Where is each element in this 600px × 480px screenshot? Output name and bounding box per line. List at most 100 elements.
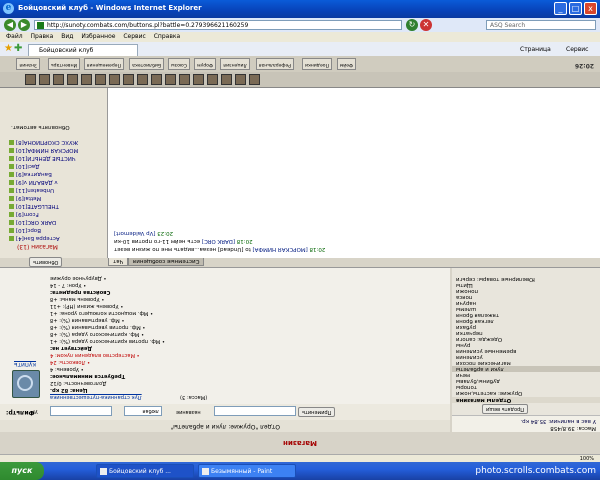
- search-input[interactable]: ASQ Search: [486, 20, 596, 30]
- nav-tab[interactable]: Форум: [194, 58, 216, 70]
- refresh-online-button[interactable]: Обновить: [29, 257, 63, 267]
- nav-tab[interactable]: Реферальная: [255, 58, 294, 70]
- category-item[interactable]: тяжелая броня: [456, 312, 499, 318]
- nav-tab[interactable]: Перемещения: [83, 58, 124, 70]
- auto-refresh-label[interactable]: Обновлять автомат.: [11, 124, 70, 130]
- sell-button[interactable]: Продать вещи: [482, 404, 528, 414]
- player-entry[interactable]: Mettal[9]: [9, 195, 41, 201]
- menu-view[interactable]: Вид: [61, 33, 73, 40]
- toolbar-icon[interactable]: [53, 74, 64, 85]
- toolbar-icon[interactable]: [151, 74, 162, 85]
- player-entry[interactable]: Unbeaten[11]: [9, 187, 54, 193]
- category-item[interactable]: магические посохи: [456, 360, 511, 366]
- nav-tab[interactable]: Фейм: [336, 58, 356, 70]
- stop-icon[interactable]: ✕: [420, 19, 432, 31]
- chat-nick[interactable]: [Vp Valdemort]: [114, 230, 156, 236]
- minimize-button[interactable]: _: [554, 2, 567, 15]
- category-item[interactable]: поножи: [456, 288, 478, 294]
- category-item[interactable]: наручи: [456, 300, 476, 306]
- filter-name-input[interactable]: [214, 406, 296, 416]
- category-item[interactable]: легкая броня: [456, 318, 494, 324]
- menu-favorites[interactable]: Избранное: [81, 33, 115, 40]
- category-item[interactable]: пояса: [456, 294, 472, 300]
- category-item-selected[interactable]: луки и арбалеты: [452, 366, 600, 372]
- act-5: • Мф. мощности колющего урона: +1: [50, 310, 154, 316]
- category-item[interactable]: Щиты: [456, 282, 473, 288]
- category-item[interactable]: рубахи: [456, 324, 476, 330]
- chat-nick[interactable]: [МОРСКАЯ НИМФА]: [252, 246, 307, 252]
- start-button[interactable]: пуск: [0, 462, 44, 480]
- toolbar-icon[interactable]: [81, 74, 92, 85]
- player-entry[interactable]: Ворс[10]: [9, 227, 41, 233]
- category-item[interactable]: руны: [456, 342, 470, 348]
- toolbar-icon[interactable]: [25, 74, 36, 85]
- toolbar-icon[interactable]: [109, 74, 120, 85]
- toolbar-icon[interactable]: [249, 74, 260, 85]
- paint-task-icon: [202, 468, 209, 475]
- taskbar-item-paint[interactable]: Безымянный - Paint: [198, 464, 296, 478]
- player-entry[interactable]: v ДАВАЛИ v[9]: [9, 179, 58, 185]
- category-item[interactable]: временные усиления: [456, 348, 516, 354]
- toolbar-icon[interactable]: [95, 74, 106, 85]
- toolbar-icon[interactable]: [235, 74, 246, 85]
- player-entry[interactable]: Астерра Бэн[4]: [9, 235, 60, 241]
- category-item[interactable]: перчатки: [456, 330, 483, 336]
- menu-help[interactable]: Справка: [154, 33, 180, 40]
- player-entry[interactable]: Бандитка[9]: [9, 171, 52, 177]
- player-entry[interactable]: МОРСКАЯ НИМФА[10]: [9, 147, 78, 153]
- window-title-bar[interactable]: e Бойцовский клуб - Windows Internet Exp…: [0, 0, 600, 18]
- nav-tab[interactable]: Союзы: [168, 58, 190, 70]
- toolbar-icon[interactable]: [221, 74, 232, 85]
- buy-link[interactable]: купить: [14, 361, 36, 368]
- menu-file[interactable]: Файл: [6, 33, 23, 40]
- nav-tab[interactable]: Знания: [16, 58, 40, 70]
- player-entry[interactable]: DARK ORC[10]: [9, 219, 56, 225]
- filter-input[interactable]: [50, 406, 112, 416]
- filter-level-select[interactable]: любая: [124, 406, 162, 416]
- item-name-link[interactable]: Лук странника-путешественника: [50, 393, 142, 400]
- nav-tab[interactable]: Лицензия: [220, 58, 250, 70]
- nav-tab[interactable]: Инвентарь: [47, 58, 80, 70]
- close-button[interactable]: x: [584, 2, 597, 15]
- category-item[interactable]: топоры: [456, 384, 477, 390]
- category-item[interactable]: усиления: [456, 354, 483, 360]
- forward-icon[interactable]: ▶: [18, 19, 30, 31]
- apply-button[interactable]: Применить: [298, 407, 336, 417]
- toolbar-icon[interactable]: [39, 74, 50, 85]
- toolbar-icon[interactable]: [207, 74, 218, 85]
- address-bar[interactable]: http://sunoty.combats.com/buttons.pl?bat…: [34, 20, 402, 30]
- menu-tools[interactable]: Сервис: [123, 33, 145, 40]
- category-item[interactable]: шлемы: [456, 306, 476, 312]
- nav-tab[interactable]: Поединки: [301, 58, 332, 70]
- category-item[interactable]: дубины,булавы: [456, 378, 500, 384]
- category-item[interactable]: мечи: [456, 372, 470, 378]
- category-item[interactable]: Оружие: кастеты,ножи: [456, 390, 522, 396]
- chat-nick[interactable]: [DARK ORC]: [202, 238, 235, 244]
- page-menu[interactable]: Страница: [520, 45, 551, 54]
- toolbar-icon[interactable]: [123, 74, 134, 85]
- taskbar-item-ie[interactable]: Бойцовский клуб ...: [96, 464, 194, 478]
- toolbar-icon[interactable]: [179, 74, 190, 85]
- tab-combats[interactable]: Бойцовский клуб: [28, 44, 138, 56]
- clan-icon: [9, 220, 14, 225]
- tools-menu[interactable]: Сервис: [566, 45, 588, 54]
- category-item[interactable]: Одежда: сапоги: [456, 336, 502, 342]
- player-entry[interactable]: Дасi[10]: [9, 163, 40, 169]
- refresh-icon[interactable]: ↻: [406, 19, 418, 31]
- category-item[interactable]: Ювелирные товары: серьги: [456, 276, 535, 282]
- favorites-star-icon[interactable]: ★: [4, 43, 13, 55]
- nav-tab[interactable]: Библиотека: [129, 58, 164, 70]
- add-favorite-icon[interactable]: ✚: [14, 43, 22, 55]
- maximize-button[interactable]: □: [569, 2, 582, 15]
- toolbar-icon[interactable]: [193, 74, 204, 85]
- menu-edit[interactable]: Правка: [31, 33, 54, 40]
- back-icon[interactable]: ◀: [4, 19, 16, 31]
- toolbar-icon[interactable]: [67, 74, 78, 85]
- player-entry[interactable]: Fcom[9]: [9, 211, 39, 217]
- player-entry[interactable]: THELLGATE[10]: [9, 203, 59, 209]
- player-entry[interactable]: ЧИСТЫЕ ДЕНЬГИ[10]: [9, 155, 76, 161]
- toolbar-icon[interactable]: [165, 74, 176, 85]
- player-entry[interactable]: ЖУХС СКОРПИОНА[8]: [9, 139, 78, 145]
- req-agility: • Ловкость: 24: [50, 359, 91, 365]
- toolbar-icon[interactable]: [137, 74, 148, 85]
